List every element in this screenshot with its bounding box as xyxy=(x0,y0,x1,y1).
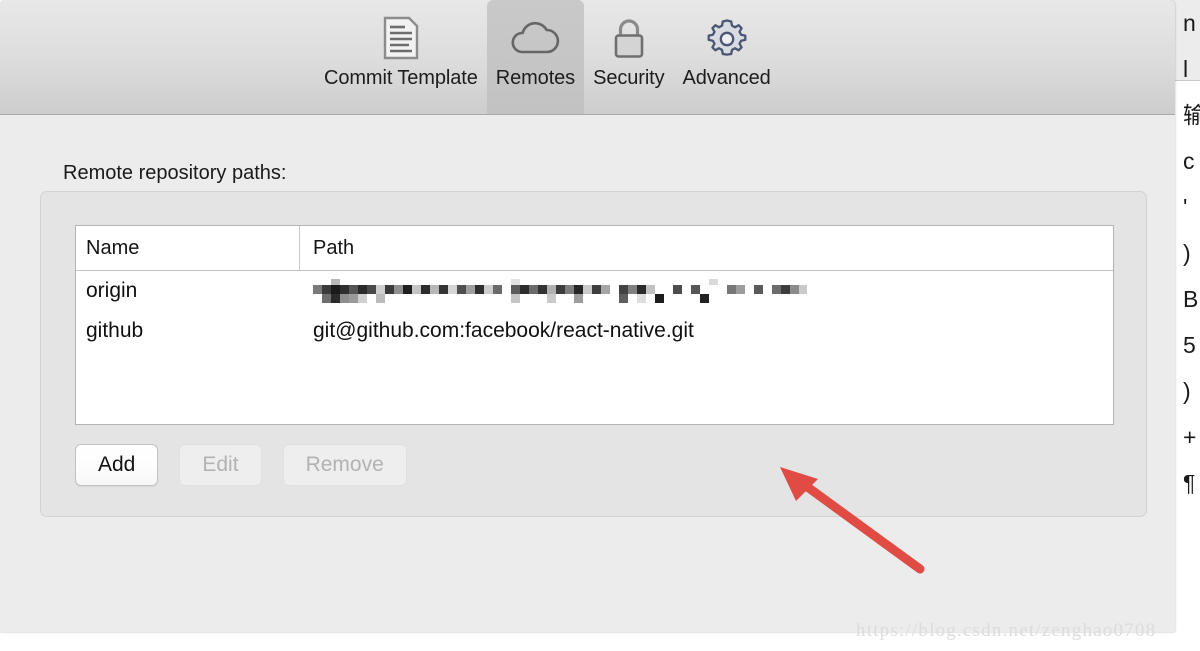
background-window-clipped-text: n l 输 c ' ) B 5 ) + ¶ xyxy=(1183,10,1200,496)
cell-remote-path: git@github.com:facebook/react-native.git xyxy=(313,319,694,342)
tab-commit-template[interactable]: Commit Template xyxy=(315,0,487,114)
remote-action-buttons: Add Edit Remove xyxy=(75,444,407,486)
cell-remote-name: github xyxy=(86,319,144,342)
cloud-icon xyxy=(508,14,562,62)
cell-remote-name: origin xyxy=(86,279,138,302)
watermark-text: https://blog.csdn.net/zenghao0708 xyxy=(856,620,1157,641)
tab-label-remotes: Remotes xyxy=(495,67,576,89)
lock-icon xyxy=(607,14,651,62)
column-header-path[interactable]: Path xyxy=(300,226,1113,270)
table-row[interactable]: github git@github.com:facebook/react-nat… xyxy=(76,311,1113,351)
edit-remote-button: Edit xyxy=(179,444,262,486)
tab-label-security: Security xyxy=(593,67,665,89)
table-header-row: Name Path xyxy=(76,226,1113,271)
add-remote-button[interactable]: Add xyxy=(75,444,159,486)
column-header-name[interactable]: Name xyxy=(76,226,300,270)
remotes-group-box: Name Path origin github git@github.com:f… xyxy=(40,191,1147,517)
toolbar-tab-list: Commit Template Remotes Security Advance… xyxy=(315,0,780,114)
remove-remote-button: Remove xyxy=(282,444,407,486)
dialog-body: Remote repository paths: Name Path origi… xyxy=(0,115,1175,632)
dialog-footer: Edit Config File... Cancel OK xyxy=(0,545,1175,632)
gear-icon xyxy=(704,14,750,62)
tab-label-advanced: Advanced xyxy=(682,67,771,89)
repository-settings-dialog: Commit Template Remotes Security Advance… xyxy=(0,0,1175,632)
preferences-toolbar: Commit Template Remotes Security Advance… xyxy=(0,0,1175,115)
tab-advanced[interactable]: Advanced xyxy=(674,0,780,114)
tab-remotes[interactable]: Remotes xyxy=(486,0,585,114)
document-lines-icon xyxy=(379,14,423,62)
pixelated-redaction xyxy=(313,279,807,303)
remote-paths-label: Remote repository paths: xyxy=(63,162,287,184)
table-body: origin github git@github.com:facebook/re… xyxy=(76,271,1113,351)
cell-remote-path-censored xyxy=(300,277,1113,305)
table-row[interactable]: origin xyxy=(76,271,1113,311)
remotes-table[interactable]: Name Path origin github git@github.com:f… xyxy=(75,225,1114,425)
screenshot-root: n l 输 c ' ) B 5 ) + ¶ Commit Template Re… xyxy=(0,0,1200,651)
tab-label-commit-template: Commit Template xyxy=(324,67,478,89)
tab-security[interactable]: Security xyxy=(584,0,673,114)
